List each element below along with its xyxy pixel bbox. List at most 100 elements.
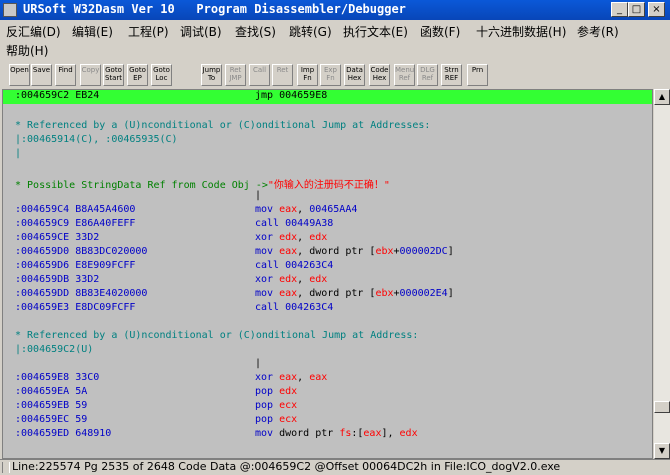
menu-help[interactable]: 帮助(H) bbox=[6, 42, 48, 59]
menu-edit[interactable]: 编辑(E) bbox=[72, 23, 113, 40]
register: eax bbox=[279, 204, 298, 215]
menu-functions[interactable]: 函数(F) bbox=[420, 23, 460, 40]
disassembly-listing[interactable]: :004659C2 EB24 jmp 004659E8 * Referenced… bbox=[2, 89, 653, 459]
jump-ref-addresses[interactable]: |:004659C2(U) bbox=[15, 344, 93, 358]
register: eax bbox=[279, 288, 298, 299]
data-hex-button[interactable]: Data Hex bbox=[344, 64, 365, 86]
close-button[interactable]: × bbox=[648, 2, 665, 17]
mnemonic: xor bbox=[255, 232, 274, 243]
string-ref-label: Strn bbox=[444, 66, 459, 74]
listing-separator: | bbox=[255, 190, 262, 201]
operand: , bbox=[297, 372, 310, 383]
string-ref-line[interactable]: * Possible StringData Ref from Code Obj … bbox=[15, 176, 390, 191]
code-address[interactable]: :004659CE 33D2 bbox=[15, 232, 99, 246]
code-instruction[interactable]: pop edx bbox=[255, 386, 297, 400]
scroll-thumb[interactable] bbox=[654, 401, 670, 413]
code-address[interactable]: :004659EB 59 bbox=[15, 400, 87, 414]
code-instruction[interactable]: call 004263C4 bbox=[255, 302, 333, 316]
vertical-scrollbar[interactable]: ▲ ▼ bbox=[654, 89, 670, 459]
mnemonic: mov bbox=[255, 246, 274, 257]
register: edx bbox=[279, 274, 298, 285]
code-address[interactable]: :004659C4 B8A45A4600 bbox=[15, 204, 135, 218]
menu-ref-button[interactable]: Menu Ref bbox=[394, 64, 415, 86]
menu-search[interactable]: 查找(S) bbox=[235, 23, 276, 40]
return-from-jump-button[interactable]: Ret JMP bbox=[225, 64, 246, 86]
mnemonic: mov bbox=[255, 204, 274, 215]
code-instruction[interactable]: call 004263C4 bbox=[255, 260, 333, 274]
goto-code-location-label: Goto bbox=[153, 66, 170, 74]
imports-button[interactable]: Imp Fn bbox=[297, 64, 318, 86]
code-instruction[interactable]: mov eax, dword ptr [ebx+000002E4] bbox=[255, 288, 454, 302]
code-instruction[interactable]: pop ecx bbox=[255, 400, 297, 414]
scroll-up-button[interactable]: ▲ bbox=[654, 89, 670, 105]
code-instruction[interactable]: mov eax, 00465AA4 bbox=[255, 204, 357, 218]
status-bar: Line:225574 Pg 2535 of 2648 Code Data @:… bbox=[0, 459, 670, 475]
open-file-button[interactable]: Open bbox=[9, 64, 30, 86]
code-address[interactable]: :004659EA 5A bbox=[15, 386, 87, 400]
status-grip bbox=[2, 462, 10, 473]
code-address[interactable]: :004659D6 E8E909FCFF bbox=[15, 260, 135, 274]
jump-ref-addresses[interactable]: |:00465914(C), :00465935(C) bbox=[15, 134, 178, 148]
code-instruction[interactable]: pop ecx bbox=[255, 414, 297, 428]
execute-call-label: Call bbox=[252, 66, 267, 74]
goto-entry-point-sublabel: EP bbox=[133, 74, 142, 82]
exports-button[interactable]: Exp Fn bbox=[320, 64, 341, 86]
operand: ] bbox=[447, 246, 454, 257]
find-text-button[interactable]: Find bbox=[55, 64, 76, 86]
open-file-label: Open bbox=[10, 66, 29, 74]
operand: 00449A38 bbox=[285, 218, 334, 229]
code-hex-button[interactable]: Code Hex bbox=[369, 64, 390, 86]
register: edx bbox=[309, 232, 328, 243]
mnemonic: mov bbox=[255, 288, 274, 299]
menu-disassembler[interactable]: 反汇编(D) bbox=[6, 23, 61, 40]
code-address[interactable]: :004659C9 E86A40FEFF bbox=[15, 218, 135, 232]
code-address[interactable]: :004659DB 33D2 bbox=[15, 274, 99, 288]
execute-call-button[interactable]: Call bbox=[249, 64, 270, 86]
code-instruction[interactable]: xor eax, eax bbox=[255, 372, 327, 386]
register: eax bbox=[279, 372, 298, 383]
code-address[interactable]: :004659ED 648910 bbox=[15, 428, 111, 442]
return-from-call-button[interactable]: Ret bbox=[272, 64, 293, 86]
dialog-ref-button[interactable]: DLG Ref bbox=[417, 64, 438, 86]
code-instruction[interactable]: xor edx, edx bbox=[255, 232, 327, 246]
code-instruction[interactable]: xor edx, edx bbox=[255, 274, 327, 288]
menu-hex-data[interactable]: 十六进制数据(H) bbox=[476, 23, 566, 40]
code-instruction[interactable]: mov dword ptr fs:[eax], edx bbox=[255, 428, 418, 442]
jump-to-label: Jump bbox=[202, 66, 221, 74]
mnemonic: pop bbox=[255, 386, 274, 397]
menu-execute-text[interactable]: 执行文本(E) bbox=[343, 23, 408, 40]
maximize-button[interactable]: □ bbox=[628, 2, 645, 17]
current-line-highlight[interactable]: :004659C2 EB24 jmp 004659E8 bbox=[3, 90, 652, 104]
code-address[interactable]: :004659EC 59 bbox=[15, 414, 87, 428]
app-icon[interactable] bbox=[3, 3, 17, 17]
goto-code-location-button[interactable]: Goto Loc bbox=[151, 64, 172, 86]
operand: :[ bbox=[351, 428, 364, 439]
copy-lines-button[interactable]: Copy bbox=[80, 64, 101, 86]
menu-project[interactable]: 工程(P) bbox=[128, 23, 169, 40]
register: edx bbox=[279, 386, 298, 397]
jump-to-button[interactable]: Jump To bbox=[201, 64, 222, 86]
operand: ], bbox=[381, 428, 400, 439]
code-address[interactable]: :004659E3 E8DC09FCFF bbox=[15, 302, 135, 316]
string-ref-value: "你输入的注册码不正确！" bbox=[267, 180, 390, 191]
code-address[interactable]: :004659DD 8B83E4020000 bbox=[15, 288, 147, 302]
imports-label: Imp bbox=[300, 66, 315, 74]
code-instruction[interactable]: mov eax, dword ptr [ebx+000002DC] bbox=[255, 246, 454, 260]
goto-start-button[interactable]: Goto Start bbox=[103, 64, 124, 86]
code-instruction[interactable]: call 00449A38 bbox=[255, 218, 333, 232]
scroll-down-button[interactable]: ▼ bbox=[654, 443, 670, 459]
menu-refs[interactable]: 参考(R) bbox=[577, 23, 619, 40]
return-from-call-label: Ret bbox=[276, 66, 289, 74]
operand: , bbox=[297, 274, 310, 285]
menu-debug[interactable]: 调试(B) bbox=[180, 23, 222, 40]
minimize-button[interactable]: _ bbox=[611, 2, 628, 17]
print-button[interactable]: Prn bbox=[467, 64, 488, 86]
code-address[interactable]: :004659E8 33C0 bbox=[15, 372, 99, 386]
string-ref-button[interactable]: Strn REF bbox=[441, 64, 462, 86]
code-address[interactable]: :004659D0 8B83DC020000 bbox=[15, 246, 147, 260]
goto-entry-point-button[interactable]: Goto EP bbox=[127, 64, 148, 86]
save-file-button[interactable]: Save bbox=[31, 64, 52, 86]
menu-goto[interactable]: 跳转(G) bbox=[289, 23, 332, 40]
operand: , dword ptr [ bbox=[297, 246, 376, 257]
goto-start-label: Goto bbox=[105, 66, 122, 74]
